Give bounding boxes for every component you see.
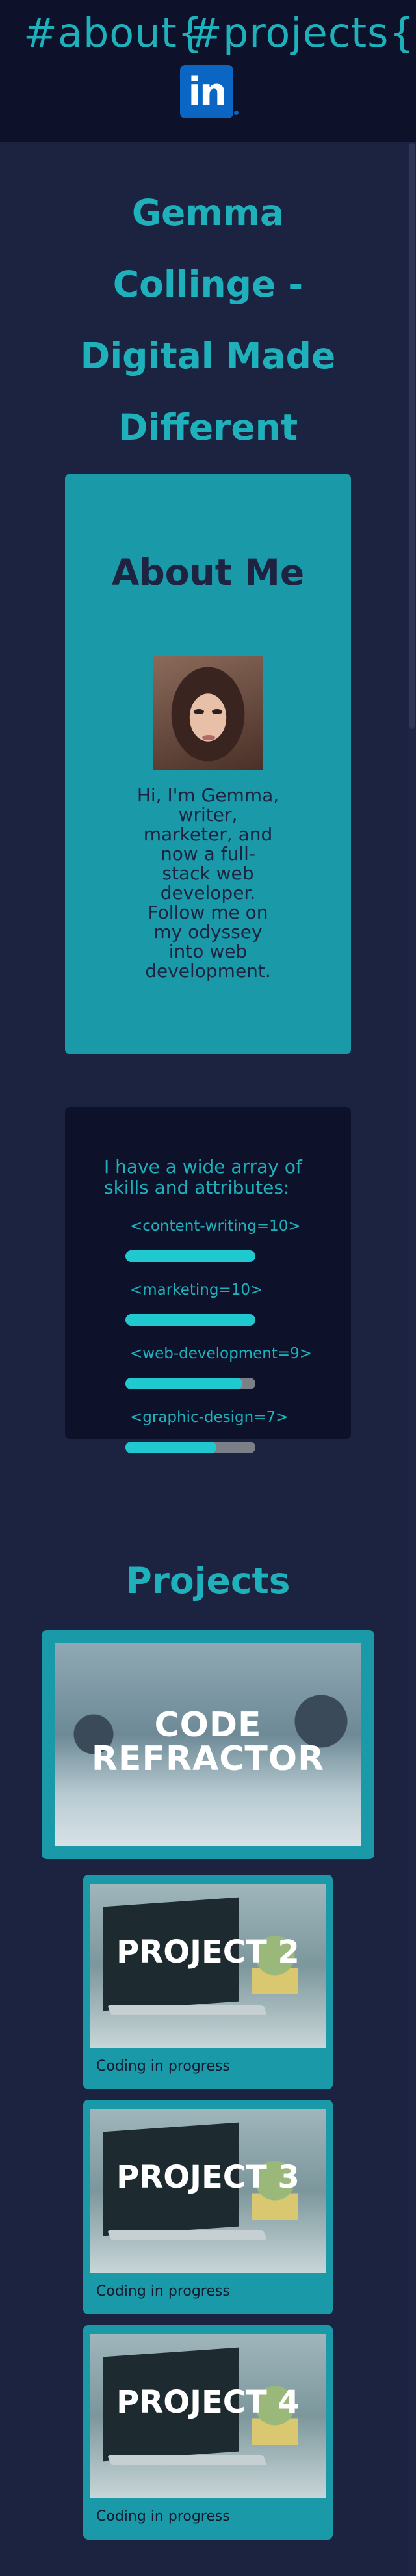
skill-bar-fill: [125, 1442, 216, 1453]
project-title: CODE REFRACTOR: [91, 1706, 325, 1778]
page-scrollbar[interactable]: [408, 0, 416, 2576]
skills-intro: I have a wide array of skills and attrib…: [104, 1156, 302, 1198]
scrollbar-thumb[interactable]: [410, 143, 415, 729]
skill-label: <content-writing=10>: [130, 1218, 301, 1235]
projects-title: Projects: [125, 1560, 291, 1602]
project-caption: Coding in progress: [96, 2508, 230, 2525]
laptop-base: [107, 2455, 267, 2465]
nav-projects-link[interactable]: #projects{: [188, 9, 415, 57]
skill-label: <graphic-design=7>: [130, 1409, 289, 1426]
nav-about-link[interactable]: #about{: [23, 9, 203, 57]
project-image: PROJECT 3: [90, 2109, 326, 2273]
skill-label: <marketing=10>: [130, 1281, 263, 1298]
linkedin-registered-dot: [234, 111, 239, 115]
project-title: PROJECT 3: [116, 2159, 300, 2195]
skill-bar: [125, 1250, 255, 1262]
linkedin-icon[interactable]: in: [180, 65, 233, 118]
hero-title: Gemma Collinge - Digital Made Different: [80, 192, 336, 448]
skill-bar-fill: [125, 1314, 255, 1326]
project-caption: Coding in progress: [96, 2058, 230, 2074]
avatar-lips: [202, 735, 215, 740]
project-title: PROJECT 2: [116, 1934, 300, 1970]
project-card-2[interactable]: PROJECT 2 Coding in progress: [83, 1875, 333, 2089]
project-image: PROJECT 4: [90, 2334, 326, 2498]
project-card-code-refractor[interactable]: CODE REFRACTOR: [42, 1630, 374, 1859]
project-card-3[interactable]: PROJECT 3 Coding in progress: [83, 2100, 333, 2314]
skill-bar: [125, 1378, 255, 1389]
about-card: About Me Hi, I'm Gemma, writer, marketer…: [65, 474, 351, 1054]
about-text: Hi, I'm Gemma, writer, marketer, and now…: [136, 785, 280, 982]
skill-bar: [125, 1314, 255, 1326]
laptop-base: [107, 2230, 267, 2240]
skills-card: I have a wide array of skills and attrib…: [65, 1107, 351, 1453]
project-image: PROJECT 2: [90, 1884, 326, 2048]
skill-bar-fill: [125, 1250, 255, 1262]
project-title: PROJECT 4: [116, 2384, 300, 2421]
laptop-base: [107, 2005, 267, 2015]
skill-bar: [125, 1442, 255, 1453]
avatar-eye-left: [194, 709, 204, 714]
site-header: #about{ #projects{ in: [0, 0, 416, 142]
skill-bar-fill: [125, 1378, 242, 1389]
avatar-eye-right: [212, 709, 222, 714]
project-image: CODE REFRACTOR: [55, 1643, 361, 1846]
skill-label: <web-development=9>: [130, 1345, 313, 1362]
project-card-4[interactable]: PROJECT 4 Coding in progress: [83, 2325, 333, 2540]
about-title: About Me: [111, 552, 305, 593]
project-caption: Coding in progress: [96, 2283, 230, 2300]
profile-photo: [153, 656, 263, 770]
